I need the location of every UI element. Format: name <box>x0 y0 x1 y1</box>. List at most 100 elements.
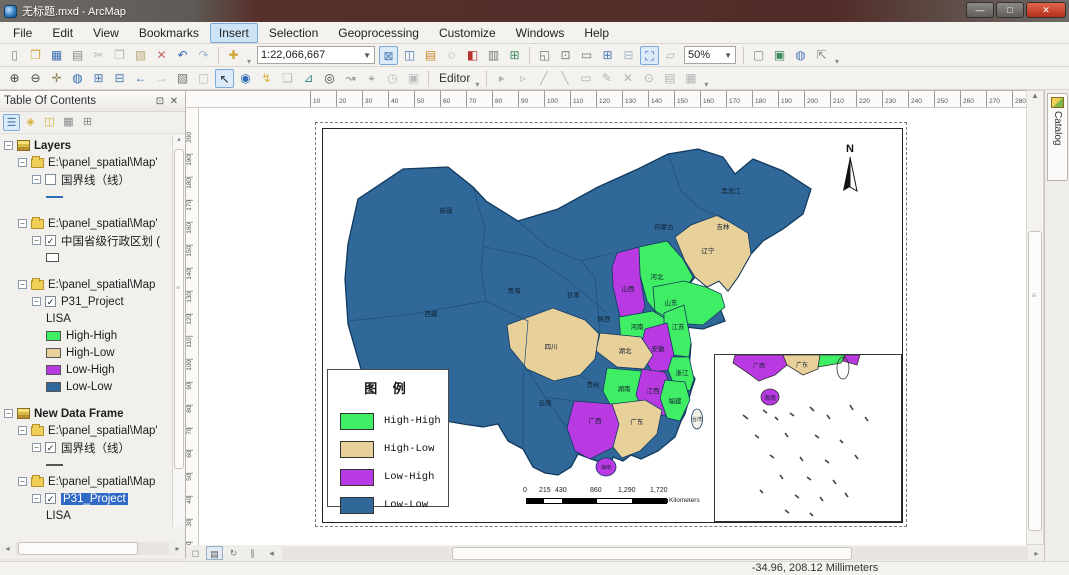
scrollbar-track[interactable] <box>16 542 169 555</box>
add-data-dropdown-icon[interactable]: ▾ <box>247 57 251 66</box>
measure-icon[interactable]: ⊿ <box>299 69 318 88</box>
dropdown-arrow-icon[interactable]: ▼ <box>724 51 732 60</box>
map-data-frame[interactable]: 新疆 西藏 青海 甘肃 陕西 内蒙古 黑龙江 吉林 辽宁 河北 山西 山东 河南 江苏 安徽 湖北 浙江 湖南 江西… <box>322 128 903 523</box>
expander-icon[interactable]: − <box>32 236 41 245</box>
layer-label[interactable]: P31_Project <box>61 296 124 308</box>
select-elements-icon[interactable]: ↖ <box>215 68 234 88</box>
zoom-page-width-icon[interactable]: ▭ <box>577 46 596 65</box>
list-by-source-icon[interactable]: ◈ <box>22 114 39 131</box>
layer-label[interactable]: High-High <box>66 527 117 528</box>
toc-item[interactable]: − ✓ 中国省级行政区划 ( <box>0 232 172 249</box>
north-arrow[interactable]: N <box>835 143 865 201</box>
toc-horizontal-scrollbar[interactable]: ◂ ▸ <box>0 541 185 556</box>
fixed-zoom-out-icon[interactable]: ⊟ <box>110 69 129 88</box>
data-view-button[interactable]: ◻ <box>187 546 204 560</box>
attributes-icon[interactable]: ▤ <box>660 69 679 88</box>
toc-item[interactable]: − New Data Frame <box>0 405 172 422</box>
layer-checkbox[interactable]: ✓ <box>45 296 56 307</box>
search-window-icon[interactable]: ◌ <box>442 46 461 65</box>
expander-icon[interactable]: − <box>32 443 41 452</box>
close-button[interactable]: ✕ <box>1026 2 1066 18</box>
identify-icon[interactable]: ◉ <box>236 69 255 88</box>
zoom-out-icon[interactable]: ⊖ <box>26 69 45 88</box>
expander-icon[interactable]: − <box>18 280 27 289</box>
scrollbar-track[interactable] <box>282 546 1028 560</box>
focus-data-frame-icon[interactable]: ◍ <box>791 46 810 65</box>
editor-menu[interactable]: Editor <box>439 71 470 85</box>
expander-icon[interactable]: − <box>32 175 41 184</box>
toggle-draft-mode-icon[interactable]: ▱ <box>661 46 680 65</box>
toc-options-icon[interactable]: ⊞ <box>79 114 96 131</box>
layer-label[interactable]: Low-Low <box>66 381 112 393</box>
change-layout-icon[interactable]: ▢ <box>749 46 768 65</box>
scrollbar-thumb[interactable] <box>18 542 138 555</box>
layer-label[interactable]: High-High <box>66 330 117 342</box>
full-extent-icon[interactable]: ◍ <box>68 69 87 88</box>
menu-view[interactable]: View <box>84 23 128 43</box>
select-features-icon[interactable]: ▧ <box>173 69 192 88</box>
scroll-left-icon[interactable]: ◂ <box>0 544 15 553</box>
zoom-whole-page-blue-icon[interactable]: ⛶ <box>640 45 660 65</box>
toc-item[interactable]: − ✓ P31_Project <box>0 490 172 507</box>
open-icon[interactable]: ❒ <box>26 46 45 65</box>
viewer-window-icon[interactable]: ▣ <box>404 69 423 88</box>
toc-item[interactable]: − Layers <box>0 137 172 154</box>
expander-icon[interactable]: − <box>18 158 27 167</box>
expander-icon[interactable]: − <box>32 494 41 503</box>
point-icon[interactable]: ✎ <box>597 69 616 88</box>
menu-geoprocessing[interactable]: Geoprocessing <box>329 23 428 43</box>
pause-drawing-button[interactable]: ∥ <box>244 546 261 560</box>
map-legend[interactable]: 图 例 High-High High-Low Low-High Low-Low <box>327 369 449 514</box>
zoom-whole-page-icon[interactable]: ◱ <box>535 46 554 65</box>
back-extent-icon[interactable]: ← <box>131 69 150 88</box>
go-to-xy-icon[interactable]: ⌖ <box>362 69 381 88</box>
menu-selection[interactable]: Selection <box>260 23 327 43</box>
layer-label[interactable]: High-Low <box>66 347 115 359</box>
list-by-drawing-order-icon[interactable]: ☰ <box>3 114 20 131</box>
toc-window-icon[interactable]: ◫ <box>400 46 419 65</box>
zoom-in-icon[interactable]: ⊕ <box>5 69 24 88</box>
undo-icon[interactable]: ↶ <box>173 46 192 65</box>
expander-icon[interactable]: − <box>18 426 27 435</box>
hyperlink-icon[interactable]: ↯ <box>257 69 276 88</box>
layer-label[interactable]: Layers <box>34 140 71 152</box>
layer-label[interactable]: New Data Frame <box>34 408 123 420</box>
pin-icon[interactable]: ⊡ <box>153 96 167 107</box>
layer-label[interactable]: 国界线（线） <box>61 172 130 188</box>
layer-checkbox[interactable]: ✓ <box>45 442 56 453</box>
list-by-visibility-icon[interactable]: ◫ <box>41 114 58 131</box>
toc-item[interactable]: High-Low <box>0 344 172 361</box>
fixed-zoom-in-page-icon[interactable]: ⊞ <box>598 46 617 65</box>
layer-label[interactable]: E:\panel_spatial\Map' <box>48 157 158 169</box>
catalog-window-icon[interactable]: ▤ <box>421 46 440 65</box>
trace-icon[interactable]: ▭ <box>576 69 595 88</box>
dropdown-arrow-icon[interactable]: ▼ <box>363 51 371 60</box>
print-icon[interactable]: ▤ <box>68 46 87 65</box>
layout-view-canvas[interactable]: 10 20 30 40 50 60 70 80 90 100 110 120 130 140 150 160 1… <box>186 90 1026 545</box>
delete-icon[interactable]: ✕ <box>152 46 171 65</box>
zoom-100-icon[interactable]: ⊡ <box>556 46 575 65</box>
toc-item[interactable]: LISA <box>0 310 172 327</box>
menu-file[interactable]: File <box>4 23 41 43</box>
menu-insert[interactable]: Insert <box>209 22 258 43</box>
toc-item[interactable]: Low-Low <box>0 378 172 395</box>
scrollbar-thumb[interactable] <box>1028 231 1042 531</box>
menu-bookmarks[interactable]: Bookmarks <box>130 23 208 43</box>
layer-label[interactable]: P31_Project <box>61 492 128 505</box>
cut-icon[interactable]: ✂ <box>89 46 108 65</box>
scroll-right-icon[interactable]: ▸ <box>1029 549 1044 558</box>
add-data-icon[interactable]: ✚ <box>224 46 243 65</box>
new-map-icon[interactable]: ▯ <box>5 46 24 65</box>
catalog-tab[interactable]: Catalog <box>1047 93 1068 181</box>
menu-help[interactable]: Help <box>575 23 618 43</box>
toolbar-overflow-icon[interactable]: ▾ <box>835 57 839 66</box>
toc-item[interactable]: − ✓ 国界线（线） <box>0 439 172 456</box>
forward-extent-icon[interactable]: → <box>152 69 171 88</box>
time-slider-icon[interactable]: ◷ <box>383 69 402 88</box>
endpoint-arc-icon[interactable]: ╲ <box>555 69 574 88</box>
vertical-scrollbar[interactable]: ▲ ≡ <box>1026 90 1044 545</box>
rotate-icon[interactable]: ⊙ <box>639 69 658 88</box>
scrollbar-thumb[interactable] <box>174 149 184 469</box>
close-panel-icon[interactable]: ✕ <box>167 96 181 107</box>
toc-item[interactable] <box>0 188 172 205</box>
